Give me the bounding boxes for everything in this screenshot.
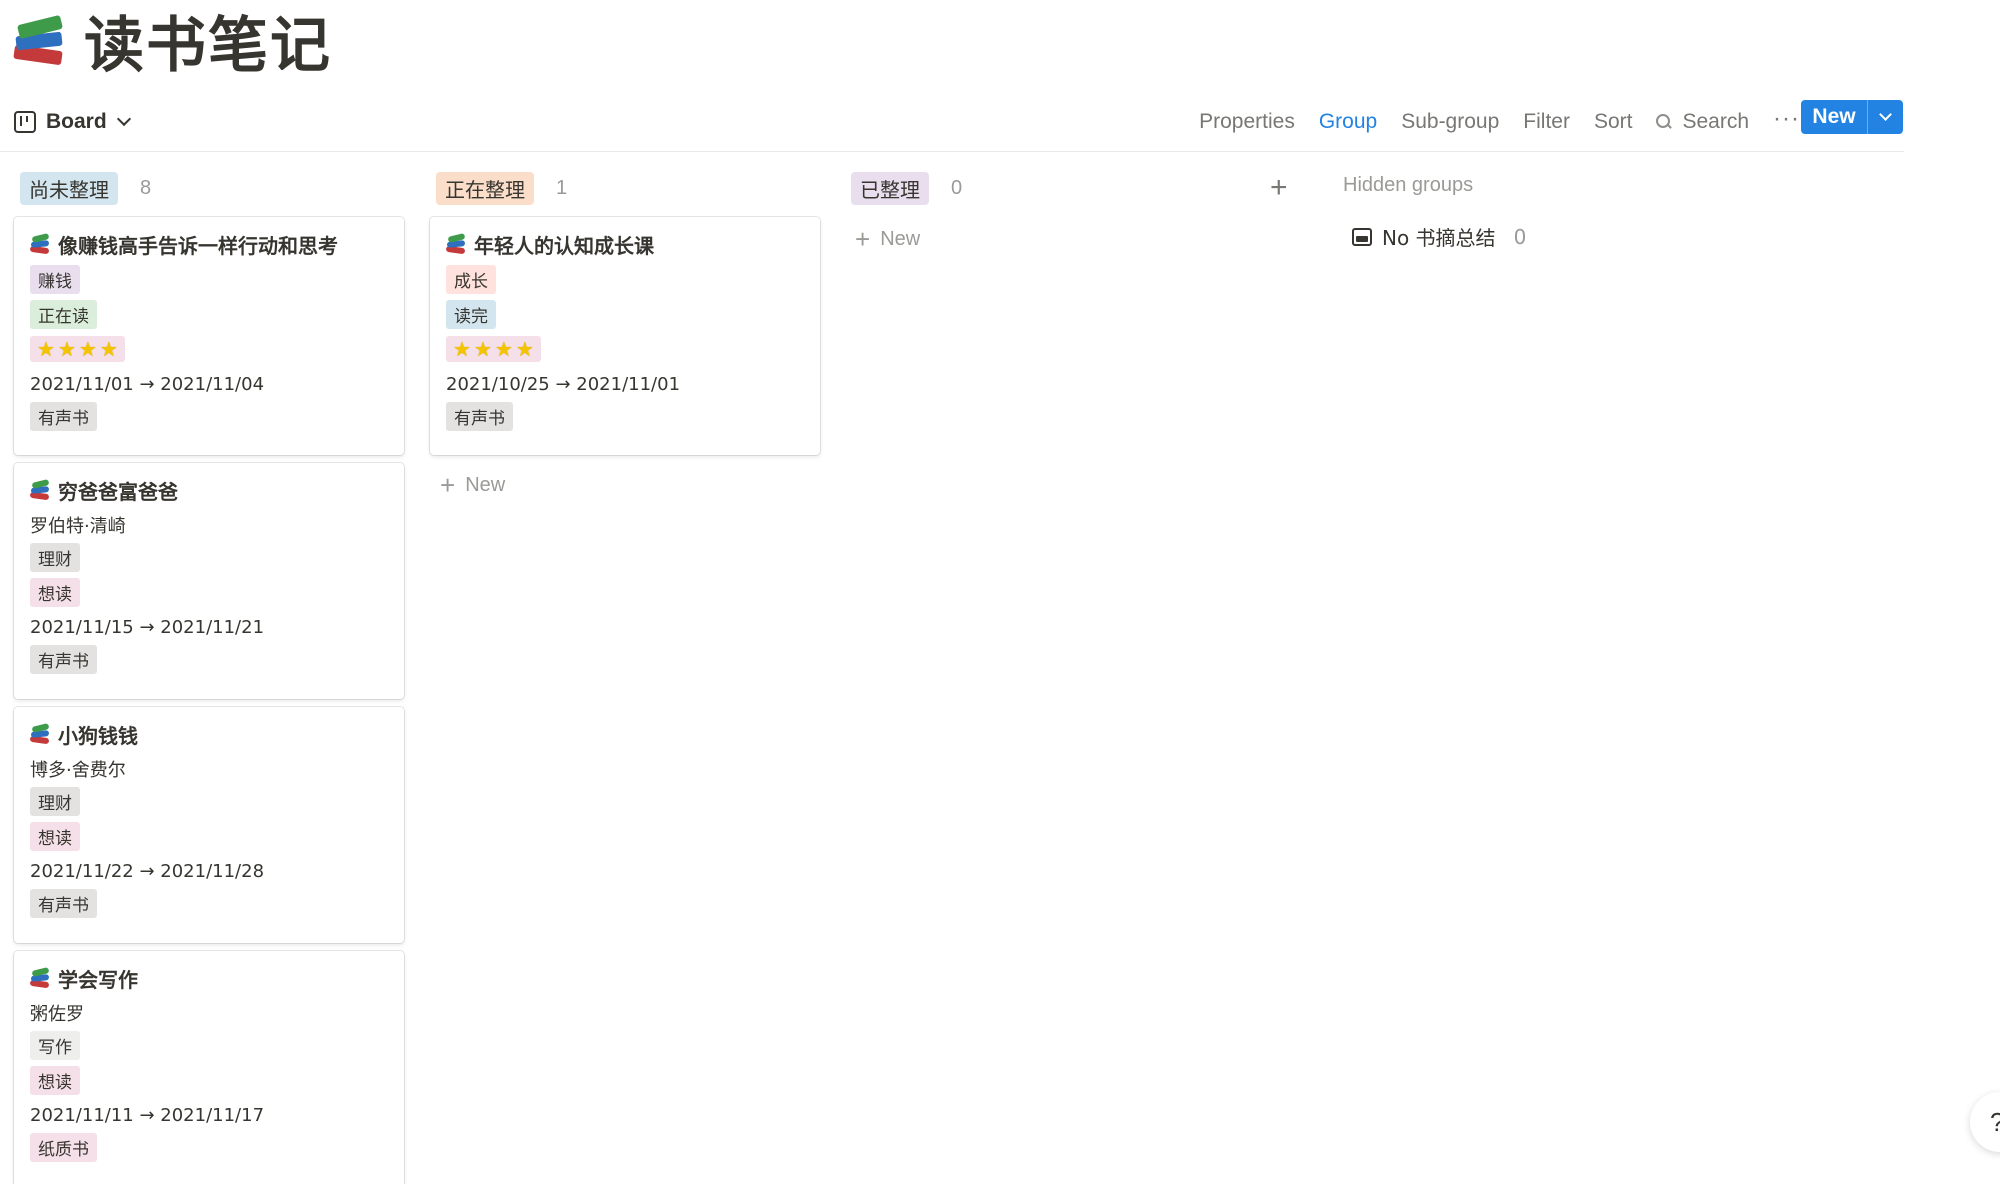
date-range: 2021/11/15 → 2021/11/21 [30,616,265,638]
new-button-group: New [1801,100,1903,134]
inbox-icon [1352,227,1372,246]
star-icon: ★ [57,337,76,361]
plus-icon: + [440,470,456,500]
view-name: Board [46,110,107,133]
sort-button[interactable]: Sort [1594,110,1633,134]
add-group-button[interactable]: + [1270,172,1288,204]
book-card[interactable]: 学会写作 粥佐罗 写作 想读 2021/11/11 → 2021/11/17 纸… [14,951,404,1184]
add-card-button[interactable]: + New [855,226,920,252]
books-icon [29,967,50,989]
star-icon: ★ [453,337,471,361]
page-header: 读书笔记 [13,4,332,81]
new-button[interactable]: New [1801,100,1867,134]
column-header-done[interactable]: 已整理 0 [851,171,963,205]
rating-tag: ★ ★ ★ ★ [446,336,541,362]
books-icon [29,479,50,501]
date-range: 2021/11/22 → 2021/11/28 [30,860,265,882]
add-card-label: New [880,227,921,250]
search-icon [1656,114,1672,130]
star-icon: ★ [99,337,118,361]
category-tag: 赚钱 [30,264,80,294]
format-tag: 有声书 [30,401,97,431]
status-tag: 想读 [30,577,80,607]
card-title: 小狗钱钱 [29,721,388,748]
card-title-text: 年轻人的认知成长课 [474,233,654,258]
page-title[interactable]: 读书笔记 [84,0,332,84]
status-tag: 正在读 [30,299,97,329]
view-options: Properties Group Sub-group Filter Sort S… [1199,100,1800,144]
group-count: 8 [140,176,152,199]
book-card[interactable]: 穷爸爸富爸爸 罗伯特·清崎 理财 想读 2021/11/15 → 2021/11… [14,463,404,699]
view-toolbar: Board Properties Group Sub-group Filter … [0,96,1904,152]
add-card-label: New [465,473,506,496]
card-title: 年轻人的认知成长课 [445,231,804,258]
filter-button[interactable]: Filter [1523,110,1570,134]
books-icon [29,233,50,255]
card-title: 学会写作 [29,965,388,992]
book-card[interactable]: 小狗钱钱 博多·舍费尔 理财 想读 2021/11/22 → 2021/11/2… [14,707,404,943]
status-tag: 读完 [446,299,496,329]
rating-tag: ★ ★ ★ ★ [30,336,125,362]
category-tag: 写作 [30,1030,80,1060]
star-icon: ★ [494,337,513,361]
help-button[interactable]: ? [1970,1092,2000,1152]
book-card[interactable]: 像赚钱高手告诉一样行动和思考 赚钱 正在读 ★ ★ ★ ★ 2021/11/01 → … [14,217,404,455]
card-title-text: 穷爸爸富爸爸 [58,479,178,504]
subgroup-button[interactable]: Sub-group [1401,110,1499,134]
card-title-text: 小狗钱钱 [58,723,138,748]
format-tag: 有声书 [30,644,97,674]
star-icon: ★ [78,337,97,361]
star-icon: ★ [37,337,55,361]
author-text: 粥佐罗 [30,1004,84,1025]
date-range: 2021/11/11 → 2021/11/17 [30,1104,265,1126]
view-switcher[interactable]: Board [14,100,131,144]
chevron-down-icon [1879,108,1892,121]
group-count: 1 [556,176,568,199]
category-tag: 理财 [30,542,80,572]
format-tag: 有声书 [30,888,97,918]
properties-button[interactable]: Properties [1199,110,1295,134]
star-icon: ★ [515,337,534,361]
search-button[interactable]: Search [1656,110,1749,134]
status-tag: 想读 [30,821,80,851]
hidden-group-count: 0 [1513,224,1527,249]
column-header-in-progress[interactable]: 正在整理 1 [436,171,568,205]
search-label: Search [1682,110,1750,133]
group-button[interactable]: Group [1319,110,1377,134]
author-text: 罗伯特·清崎 [30,516,126,537]
group-label: 正在整理 [436,171,534,205]
board-page: 读书笔记 Board Properties Group Sub-group Fi… [0,0,2000,1184]
hidden-groups-title: Hidden groups [1343,174,1474,196]
author-text: 博多·舍费尔 [30,760,126,781]
book-card[interactable]: 年轻人的认知成长课 成长 读完 ★ ★ ★ ★ 2021/10/25 → 2021/1… [430,217,820,455]
card-title: 像赚钱高手告诉一样行动和思考 [29,231,388,258]
date-range: 2021/10/25 → 2021/11/01 [446,373,681,395]
books-icon [29,723,50,745]
date-range: 2021/11/01 → 2021/11/04 [30,373,265,395]
format-tag: 有声书 [446,401,513,431]
books-icon[interactable] [13,12,64,68]
card-title-text: 学会写作 [58,967,138,992]
new-dropdown-button[interactable] [1867,100,1903,134]
card-title: 穷爸爸富爸爸 [29,477,388,504]
add-card-button[interactable]: + New [440,472,505,498]
hidden-group-label: No 书摘总结 [1382,226,1496,250]
star-icon: ★ [473,337,492,361]
format-tag: 纸质书 [30,1132,97,1162]
card-title-text: 像赚钱高手告诉一样行动和思考 [58,233,338,258]
category-tag: 成长 [446,264,496,294]
category-tag: 理财 [30,786,80,816]
books-icon [445,233,466,255]
board-view-icon [14,111,36,133]
status-tag: 想读 [30,1065,80,1095]
group-label: 已整理 [851,171,929,205]
column-header-unsorted[interactable]: 尚未整理 8 [20,171,152,205]
group-count: 0 [951,176,963,199]
plus-icon: + [855,224,871,254]
more-options-icon[interactable]: ··· [1773,107,1800,131]
chevron-down-icon [116,111,131,127]
hidden-group-item[interactable]: No 书摘总结 0 [1352,222,1526,251]
group-label: 尚未整理 [20,171,118,205]
